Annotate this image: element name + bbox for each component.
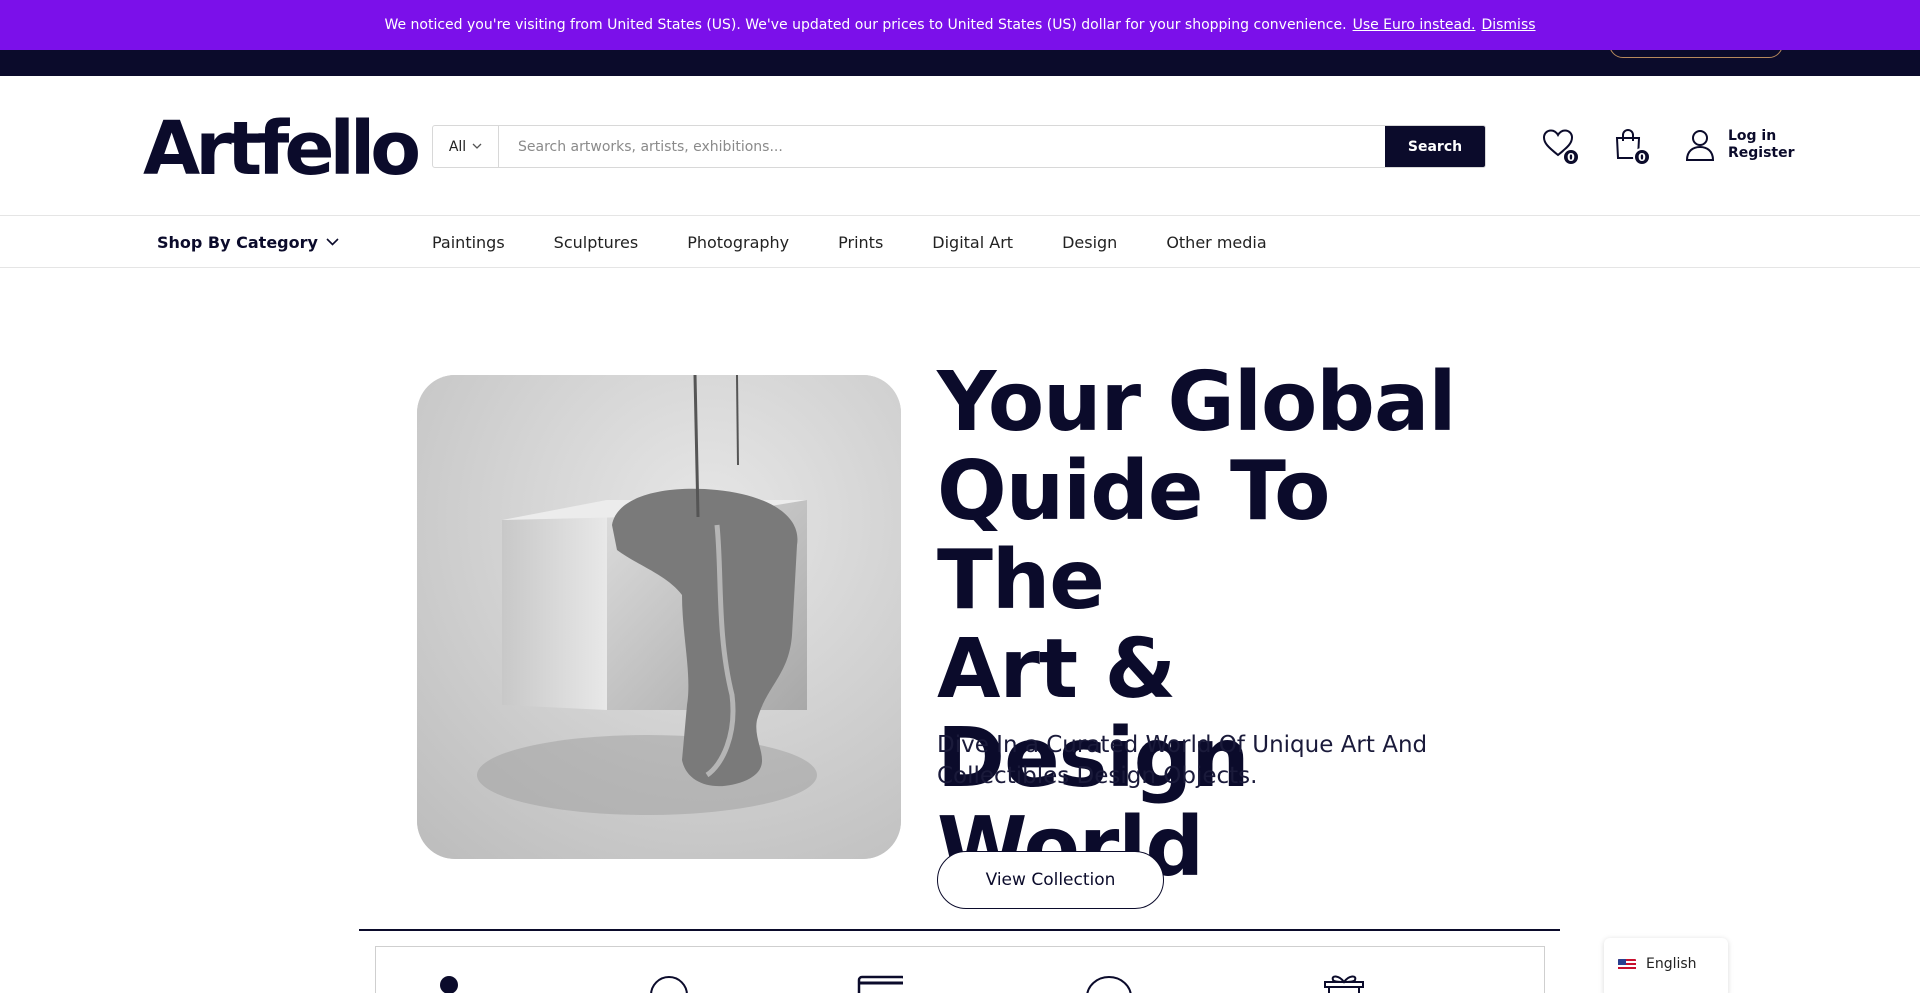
shop-by-category-label: Shop By Category <box>157 232 318 252</box>
nav-item-digital-art[interactable]: Digital Art <box>932 233 1013 252</box>
gift-icon <box>1324 975 1364 993</box>
login-link[interactable]: Log in <box>1728 128 1795 145</box>
language-switcher[interactable]: English <box>1604 938 1728 993</box>
dismiss-link[interactable]: Dismiss <box>1481 17 1535 33</box>
feature-icon-card <box>857 975 903 993</box>
account-menu: Log in Register <box>1684 128 1795 162</box>
hero-subtitle: Dive In a Curated World Of Unique Art An… <box>937 732 1428 789</box>
search-category-value: All <box>448 138 467 155</box>
features-strip <box>375 946 1545 993</box>
language-label: English <box>1646 956 1697 972</box>
site-logo[interactable]: Artfello <box>143 106 421 192</box>
flag-us-icon <box>1618 959 1636 971</box>
feature-icon-chat <box>1086 976 1132 993</box>
hero-title-line: Quide To The <box>937 444 1330 628</box>
search-button[interactable]: Search <box>1385 126 1485 167</box>
chevron-down-icon <box>326 238 339 246</box>
currency-notice-message: We noticed you're visiting from United S… <box>384 17 1347 33</box>
feature-icon-circle <box>650 976 688 993</box>
category-list: Paintings Sculptures Photography Prints … <box>432 216 1267 268</box>
nav-item-paintings[interactable]: Paintings <box>432 233 505 252</box>
cart-count-badge: 0 <box>1633 148 1651 166</box>
currency-notice-bar: We noticed you're visiting from United S… <box>0 0 1920 50</box>
site-header: Artfello All Search 0 0 Log in Regist <box>0 76 1920 216</box>
nav-item-other-media[interactable]: Other media <box>1166 233 1266 252</box>
search-bar: All Search <box>432 125 1486 168</box>
hero-image <box>417 375 901 859</box>
nav-item-photography[interactable]: Photography <box>687 233 789 252</box>
hero-title: Your Global Quide To The Art & Design Wo… <box>937 358 1497 892</box>
feature-icon-pin <box>440 976 458 993</box>
shop-by-category-button[interactable]: Shop By Category <box>157 216 339 268</box>
nav-item-prints[interactable]: Prints <box>838 233 883 252</box>
nav-item-sculptures[interactable]: Sculptures <box>554 233 639 252</box>
register-link[interactable]: Register <box>1728 145 1795 162</box>
category-nav: Shop By Category Paintings Sculptures Ph… <box>0 216 1920 268</box>
wishlist-button[interactable]: 0 <box>1542 128 1580 166</box>
hero-title-line: Your Global <box>937 355 1456 450</box>
cart-button[interactable]: 0 <box>1613 128 1651 166</box>
use-euro-link[interactable]: Use Euro instead. <box>1353 17 1476 33</box>
search-category-select[interactable]: All <box>433 126 499 167</box>
chevron-down-icon <box>472 143 482 149</box>
user-icon <box>1685 130 1715 161</box>
view-collection-button[interactable]: View Collection <box>937 851 1164 909</box>
search-input[interactable] <box>499 126 1385 167</box>
paint-cube-illustration <box>417 375 901 859</box>
wishlist-count-badge: 0 <box>1562 148 1580 166</box>
nav-item-design[interactable]: Design <box>1062 233 1117 252</box>
section-divider <box>359 929 1560 931</box>
